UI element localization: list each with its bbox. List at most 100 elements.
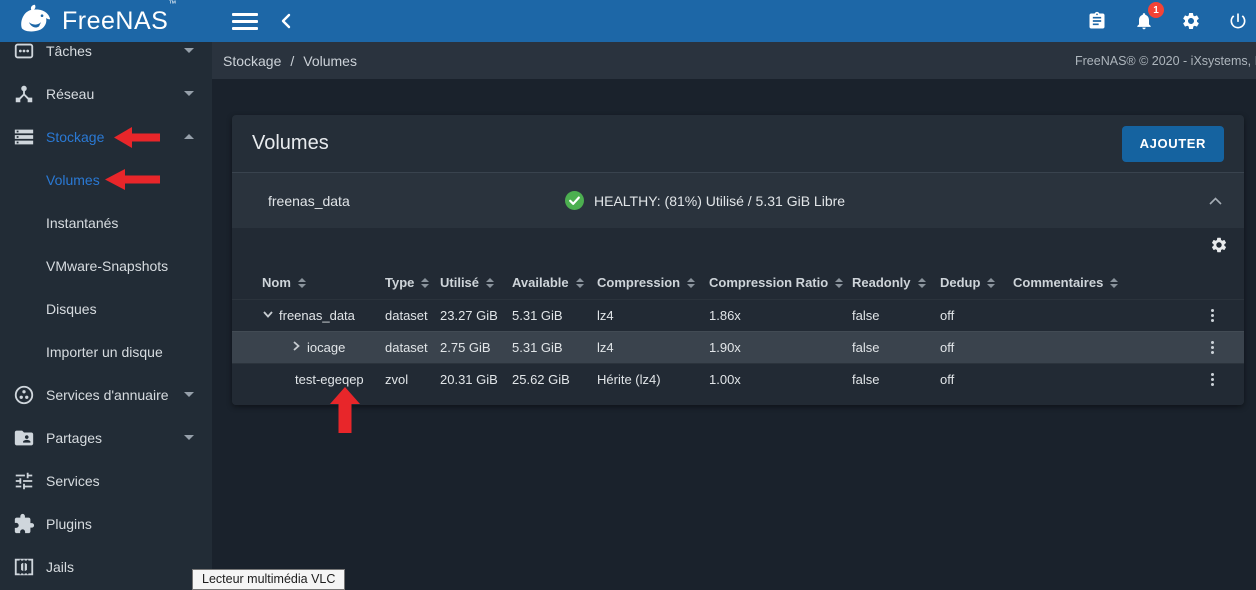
- cell-available: 25.62 GiB: [512, 372, 597, 387]
- column-header-compression[interactable]: Compression: [597, 275, 709, 290]
- column-header-type[interactable]: Type: [385, 275, 440, 290]
- add-button[interactable]: AJOUTER: [1122, 126, 1224, 162]
- tasks-clipboard-icon[interactable]: [1085, 9, 1109, 33]
- power-icon[interactable]: [1226, 9, 1250, 33]
- freenas-logo[interactable]: FreeNAS™: [0, 0, 212, 42]
- cell-type: dataset: [385, 308, 440, 323]
- chevron-down-icon: [184, 48, 194, 53]
- breadcrumb-stockage[interactable]: Stockage: [223, 53, 281, 69]
- cell-readonly: false: [852, 372, 940, 387]
- cell-ratio: 1.00x: [709, 372, 852, 387]
- back-chevron-icon[interactable]: [280, 13, 291, 29]
- table-header-row: Nom Type Utilisé Available Compression C…: [232, 266, 1244, 299]
- healthy-check-icon: [565, 191, 584, 210]
- row-menu-icon[interactable]: [1200, 341, 1224, 354]
- sidebar-item-label: Services: [46, 473, 100, 489]
- sort-icon: [835, 278, 843, 288]
- cell-used: 20.31 GiB: [440, 372, 512, 387]
- table-settings-gear-icon[interactable]: [1210, 236, 1228, 259]
- sidebar-item-label: Volumes: [46, 172, 100, 188]
- copyright-text: FreeNAS® © 2020 - iXsystems, I: [1075, 42, 1256, 79]
- notification-badge[interactable]: 1: [1148, 2, 1164, 18]
- cell-used: 23.27 GiB: [440, 308, 512, 323]
- cell-used: 2.75 GiB: [440, 340, 512, 355]
- plugins-icon: [12, 512, 36, 536]
- sidebar-item-reseau[interactable]: Réseau: [0, 72, 212, 115]
- collapse-chevron-icon[interactable]: [1209, 197, 1222, 205]
- column-header-readonly[interactable]: Readonly: [852, 275, 940, 290]
- column-header-nom[interactable]: Nom: [262, 275, 385, 290]
- column-header-utilise[interactable]: Utilisé: [440, 275, 512, 290]
- column-header-dedup[interactable]: Dedup: [940, 275, 1013, 290]
- sidebar-item-vmware-snapshots[interactable]: VMware-Snapshots: [0, 244, 212, 287]
- sidebar-item-services-annuaire[interactable]: Services d'annuaire: [0, 373, 212, 416]
- page-title: Volumes: [232, 132, 329, 155]
- sidebar-item-importer-un-disque[interactable]: Importer un disque: [0, 330, 212, 373]
- sidebar-item-disques[interactable]: Disques: [0, 287, 212, 330]
- sidebar-item-label: Importer un disque: [46, 344, 163, 360]
- cell-available: 5.31 GiB: [512, 340, 597, 355]
- network-icon: [12, 82, 36, 106]
- row-menu-icon[interactable]: [1200, 373, 1224, 386]
- sort-icon: [918, 278, 926, 288]
- settings-gear-icon[interactable]: [1179, 9, 1203, 33]
- sidebar-item-services[interactable]: Services: [0, 459, 212, 502]
- row-menu-icon[interactable]: [1200, 309, 1224, 322]
- sidebar-item-label: Instantanés: [46, 215, 118, 231]
- vlc-taskbar-tooltip: Lecteur multimédia VLC: [192, 569, 345, 590]
- sidebar-item-label: Plugins: [46, 516, 92, 532]
- expand-chevron-down-icon[interactable]: [262, 308, 274, 323]
- cell-compression: Hérite (lz4): [597, 372, 709, 387]
- sidebar-item-instantanes[interactable]: Instantanés: [0, 201, 212, 244]
- cell-type: zvol: [385, 372, 440, 387]
- red-arrow-test-egeqep: [328, 387, 362, 438]
- red-arrow-stockage: [114, 124, 160, 156]
- sidebar-item-label: Partages: [46, 430, 102, 446]
- sidebar-item-plugins[interactable]: Plugins: [0, 502, 212, 545]
- cell-ratio: 1.90x: [709, 340, 852, 355]
- sidebar-item-taches[interactable]: Tâches: [0, 42, 212, 72]
- sidebar-item-label: Jails: [46, 559, 74, 575]
- expand-chevron-right-icon[interactable]: [290, 340, 302, 355]
- table-row-test-egeqep[interactable]: test-egeqep zvol 20.31 GiB 25.62 GiB Hér…: [232, 363, 1244, 395]
- main-area: Stockage / Volumes FreeNAS® © 2020 - iXs…: [212, 42, 1256, 590]
- jails-icon: [12, 555, 36, 579]
- pool-status-text: HEALTHY: (81%) Utilisé / 5.31 GiB Libre: [594, 193, 845, 209]
- datasets-table: Nom Type Utilisé Available Compression C…: [232, 228, 1244, 405]
- chevron-up-icon: [184, 134, 194, 139]
- tasks-icon: [12, 42, 36, 63]
- breadcrumb: Stockage / Volumes FreeNAS® © 2020 - iXs…: [212, 42, 1256, 79]
- pool-name: freenas_data: [232, 193, 350, 209]
- sidebar-item-label: Disques: [46, 301, 97, 317]
- shark-logo-icon: [16, 4, 54, 39]
- brand-text: FreeNAS™: [62, 7, 177, 36]
- sidebar-item-jails[interactable]: Jails: [0, 545, 212, 588]
- notifications-bell-icon[interactable]: 1: [1132, 9, 1156, 33]
- sidebar-item-label: VMware-Snapshots: [46, 258, 168, 274]
- cell-dedup: off: [940, 340, 1013, 355]
- sidebar-item-stockage[interactable]: Stockage: [0, 115, 212, 158]
- column-header-available[interactable]: Available: [512, 275, 597, 290]
- column-header-compression-ratio[interactable]: Compression Ratio: [709, 275, 852, 290]
- sidebar-item-partages[interactable]: Partages: [0, 416, 212, 459]
- menu-toggle-icon[interactable]: [232, 11, 258, 31]
- table-row-freenas-data[interactable]: freenas_data dataset 23.27 GiB 5.31 GiB …: [232, 299, 1244, 331]
- sort-icon: [298, 278, 306, 288]
- sort-icon: [576, 278, 584, 288]
- dataset-name: iocage: [307, 340, 345, 355]
- sort-icon: [421, 278, 429, 288]
- sidebar-item-label: Stockage: [46, 129, 104, 145]
- sort-icon: [1110, 278, 1118, 288]
- volumes-card: Volumes AJOUTER freenas_data HEALTHY: (8…: [232, 115, 1244, 405]
- table-row-iocage[interactable]: iocage dataset 2.75 GiB 5.31 GiB lz4 1.9…: [232, 331, 1244, 363]
- column-header-commentaires[interactable]: Commentaires: [1013, 275, 1200, 290]
- cell-ratio: 1.86x: [709, 308, 852, 323]
- sidebar-nav: Tâches Réseau Stockage Volumes Instantan…: [0, 42, 212, 590]
- cell-available: 5.31 GiB: [512, 308, 597, 323]
- pool-header-row[interactable]: freenas_data HEALTHY: (81%) Utilisé / 5.…: [232, 173, 1244, 228]
- sort-icon: [987, 278, 995, 288]
- dataset-name: freenas_data: [279, 308, 355, 323]
- cell-compression: lz4: [597, 340, 709, 355]
- chevron-down-icon: [184, 435, 194, 440]
- breadcrumb-volumes[interactable]: Volumes: [303, 53, 357, 69]
